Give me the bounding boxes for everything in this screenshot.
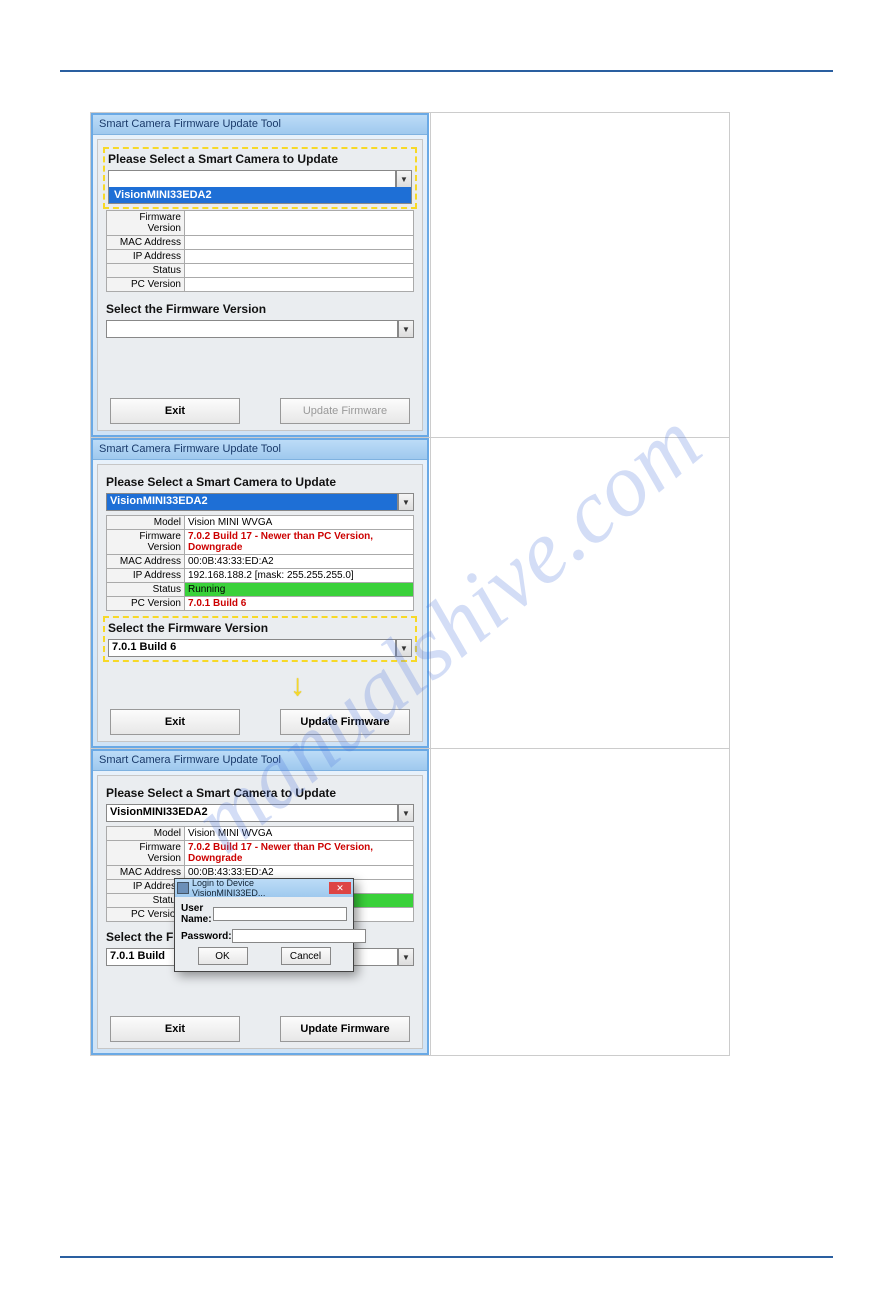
camera-select-highlight: Please Select a Smart Camera to Update ▼…: [103, 147, 417, 209]
row-label: PC Version: [107, 278, 185, 292]
update-firmware-button: Update Firmware: [280, 398, 410, 424]
firmware-dropdown[interactable]: ▼: [106, 320, 414, 338]
device-info-table: Firmware Version MAC Address IP Address …: [106, 210, 414, 292]
login-title: Login to Device VisionMINI33ED...: [192, 878, 329, 898]
update-tool-window-1: Smart Camera Firmware Update Tool Please…: [91, 113, 429, 437]
footer-rule: [60, 1256, 833, 1258]
screenshot-table: Smart Camera Firmware Update Tool Please…: [90, 112, 730, 1056]
update-firmware-button[interactable]: Update Firmware: [280, 1016, 410, 1042]
row-value: [185, 236, 414, 250]
chevron-down-icon[interactable]: ▼: [396, 639, 412, 657]
row-value: [185, 264, 414, 278]
camera-dropdown[interactable]: ▼: [108, 170, 412, 188]
update-tool-window-3: Smart Camera Firmware Update Tool Please…: [91, 749, 429, 1055]
password-label: Password:: [181, 931, 232, 942]
login-dialog: Login to Device VisionMINI33ED... ✕ User…: [174, 878, 354, 972]
select-camera-label: Please Select a Smart Camera to Update: [108, 152, 412, 166]
update-firmware-button[interactable]: Update Firmware: [280, 709, 410, 735]
window-icon: [177, 882, 189, 894]
chevron-down-icon[interactable]: ▼: [398, 804, 414, 822]
firmware-dropdown[interactable]: 7.0.1 Build 6 ▼: [108, 639, 412, 657]
row-label: MAC Address: [107, 236, 185, 250]
exit-button[interactable]: Exit: [110, 709, 240, 735]
titlebar: Smart Camera Firmware Update Tool: [93, 440, 427, 460]
device-info-table: ModelVision MINI WVGA Firmware Version7.…: [106, 515, 414, 611]
chevron-down-icon[interactable]: ▼: [398, 320, 414, 338]
chevron-down-icon[interactable]: ▼: [396, 170, 412, 188]
titlebar: Smart Camera Firmware Update Tool: [93, 115, 427, 135]
cancel-button[interactable]: Cancel: [281, 947, 331, 965]
select-camera-label: Please Select a Smart Camera to Update: [106, 475, 414, 489]
arrow-down-icon: ↓: [290, 669, 305, 703]
exit-button[interactable]: Exit: [110, 398, 240, 424]
select-fw-label: Select the Firmware Version: [108, 621, 412, 635]
firmware-selected: 7.0.1 Build 6: [108, 639, 396, 657]
row-value: [185, 211, 414, 236]
camera-selected: VisionMINI33EDA2: [106, 493, 398, 511]
username-field[interactable]: [213, 907, 347, 921]
row-label: Status: [107, 264, 185, 278]
firmware-select-highlight: Select the Firmware Version 7.0.1 Build …: [103, 616, 417, 662]
camera-dropdown[interactable]: VisionMINI33EDA2 ▼: [106, 804, 414, 822]
camera-selected: VisionMINI33EDA2: [106, 804, 398, 822]
chevron-down-icon[interactable]: ▼: [398, 948, 414, 966]
dropdown-item-camera[interactable]: VisionMINI33EDA2: [108, 187, 412, 204]
update-tool-window-2: Smart Camera Firmware Update Tool Please…: [91, 438, 429, 748]
row-value: [185, 250, 414, 264]
username-label: User Name:: [181, 903, 213, 925]
row-value: [185, 278, 414, 292]
header-rule: [60, 70, 833, 72]
select-fw-label: Select the Firmware Version: [106, 302, 414, 316]
select-camera-label: Please Select a Smart Camera to Update: [106, 786, 414, 800]
password-field[interactable]: [232, 929, 366, 943]
ok-button[interactable]: OK: [198, 947, 248, 965]
row-label: IP Address: [107, 250, 185, 264]
close-icon[interactable]: ✕: [329, 882, 351, 894]
exit-button[interactable]: Exit: [110, 1016, 240, 1042]
titlebar: Smart Camera Firmware Update Tool: [93, 751, 427, 771]
row-label: Firmware Version: [107, 211, 185, 236]
camera-dropdown[interactable]: VisionMINI33EDA2 ▼: [106, 493, 414, 511]
chevron-down-icon[interactable]: ▼: [398, 493, 414, 511]
